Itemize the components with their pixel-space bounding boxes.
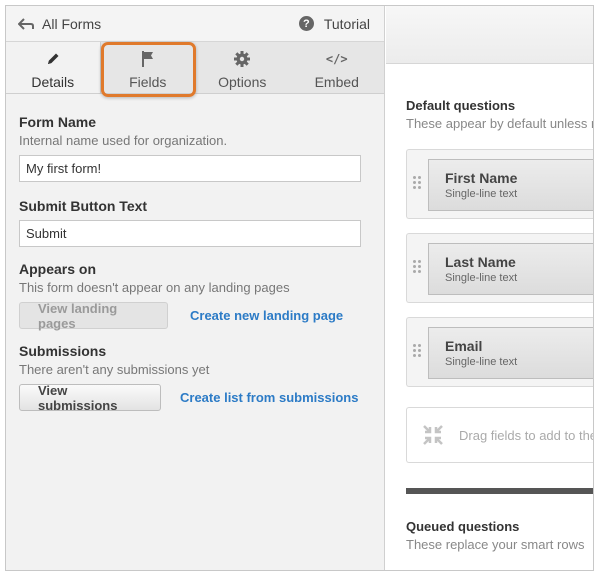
queued-questions-subtitle: These replace your smart rows: [406, 537, 585, 552]
form-name-input[interactable]: My first form!: [19, 155, 361, 182]
field-type: Single-line text: [445, 272, 518, 284]
form-editor-window: All Forms ? Tutorial Details Fields Opti…: [5, 5, 594, 571]
compress-arrows-icon: [423, 425, 443, 445]
appears-on-actions: View landing pages Create new landing pa…: [19, 301, 371, 331]
submissions-label: Submissions: [19, 343, 107, 359]
help-icon: ?: [298, 16, 314, 31]
appears-on-label: Appears on: [19, 261, 97, 277]
field-card[interactable]: Last Name Single-line text: [428, 243, 593, 295]
preview-body: Default questions These appear by defaul…: [386, 64, 593, 552]
appears-on-help: This form doesn't appear on any landing …: [19, 280, 290, 295]
field-card[interactable]: First Name Single-line text: [428, 159, 593, 211]
tab-details[interactable]: Details: [6, 42, 101, 93]
tab-embed-label: Embed: [314, 74, 359, 90]
tutorial-label: Tutorial: [323, 15, 370, 32]
field-name: Email: [445, 338, 483, 354]
pencil-icon: [45, 50, 61, 68]
create-list-link[interactable]: Create list from submissions: [180, 390, 358, 405]
drag-handle-icon[interactable]: [413, 260, 421, 274]
form-fields-preview: Default questions These appear by defaul…: [386, 6, 593, 570]
view-landing-pages-button[interactable]: View landing pages: [19, 301, 168, 331]
code-icon: </>: [325, 52, 348, 66]
form-name-help: Internal name used for organization.: [19, 133, 228, 148]
view-submissions-button[interactable]: View submissions: [19, 383, 161, 413]
back-arrow-icon: [18, 17, 34, 30]
field-row-first-name[interactable]: First Name Single-line text: [406, 149, 593, 219]
all-forms-label: All Forms: [42, 15, 102, 32]
form-settings-panel: All Forms ? Tutorial Details Fields Opti…: [6, 6, 385, 570]
field-type: Single-line text: [445, 356, 518, 368]
field-name: First Name: [445, 170, 518, 186]
submissions-help: There aren't any submissions yet: [19, 362, 210, 377]
tutorial-link[interactable]: ? Tutorial: [298, 15, 370, 32]
field-card[interactable]: Email Single-line text: [428, 327, 593, 379]
submit-button-text-label: Submit Button Text: [19, 198, 148, 214]
tab-options[interactable]: Options: [195, 42, 290, 93]
submissions-actions: View submissions Create list from submis…: [19, 383, 371, 413]
details-form: Form Name Internal name used for organiz…: [6, 94, 384, 413]
section-divider: [406, 488, 593, 494]
submissions-section: Submissions There aren't any submissions…: [19, 343, 371, 413]
default-questions-subtitle: These appear by default unless r: [406, 116, 594, 131]
field-row-last-name[interactable]: Last Name Single-line text: [406, 233, 593, 303]
drop-zone-hint: Drag fields to add to the: [459, 427, 594, 443]
form-name-section: Form Name Internal name used for organiz…: [19, 114, 371, 182]
drag-handle-icon[interactable]: [413, 344, 421, 358]
form-name-label: Form Name: [19, 114, 97, 130]
tab-options-label: Options: [218, 74, 267, 90]
tab-embed[interactable]: </> Embed: [290, 42, 385, 93]
submit-button-section: Submit Button Text Submit: [19, 198, 371, 247]
create-landing-page-link[interactable]: Create new landing page: [190, 308, 343, 323]
settings-tabs: Details Fields Options </> Embed: [6, 42, 385, 97]
field-drop-zone[interactable]: Drag fields to add to the: [406, 407, 594, 463]
field-type: Single-line text: [445, 188, 518, 200]
panel-topbar: All Forms ? Tutorial: [6, 6, 384, 42]
appears-on-section: Appears on This form doesn't appear on a…: [19, 261, 371, 331]
tab-details-label: Details: [31, 74, 75, 90]
field-name: Last Name: [445, 254, 516, 270]
all-forms-link[interactable]: All Forms: [18, 16, 101, 32]
submit-button-text-input[interactable]: Submit: [19, 220, 361, 247]
fields-tab-highlight: [101, 42, 196, 97]
field-row-email[interactable]: Email Single-line text: [406, 317, 593, 387]
gear-icon: [233, 50, 251, 68]
default-questions-title: Default questions: [406, 98, 516, 113]
drag-handle-icon[interactable]: [413, 176, 421, 190]
preview-header: [386, 6, 593, 64]
queued-questions-title: Queued questions: [406, 519, 520, 534]
